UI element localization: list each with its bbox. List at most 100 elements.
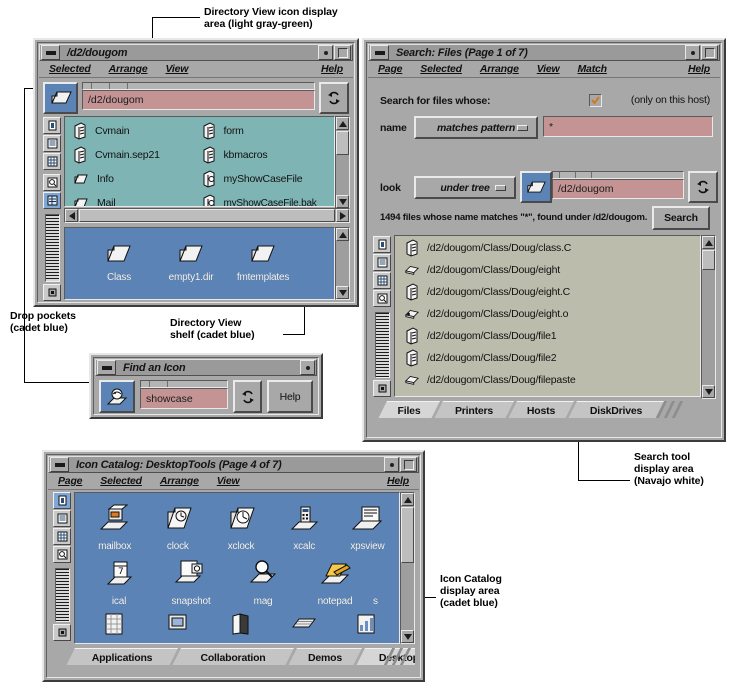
tab-demos[interactable]: Demos (288, 648, 362, 665)
dirview-hscrollbar[interactable] (64, 208, 350, 223)
tab-diskdrives[interactable]: DiskDrives (568, 401, 664, 418)
minimize-icon[interactable] (41, 45, 60, 60)
catalog-vscrollbar[interactable] (400, 492, 415, 644)
menu-arrange[interactable]: Arrange (478, 63, 521, 75)
shelf-item[interactable]: fmtemplates (227, 240, 299, 283)
catalog-page-tabs[interactable]: Applications Collaboration Demos Desktop… (52, 648, 415, 665)
scroll-thumb-h[interactable] (79, 209, 335, 222)
dirview-shelf-area[interactable]: Class empty1.dir fmtemplates (64, 227, 335, 300)
dirview-shelf[interactable]: Class empty1.dir fmtemplates (64, 227, 350, 300)
scroll-down-arrow[interactable] (336, 286, 349, 299)
scroll-up-arrow[interactable] (401, 493, 414, 506)
menu-dot-icon[interactable] (384, 457, 399, 472)
result-row[interactable]: /d2/dougom/Class/Doug/filepaste (395, 369, 700, 391)
catalog-icon[interactable]: s (371, 558, 397, 607)
look-scroll-track[interactable] (552, 171, 684, 179)
dirview-icon-pane[interactable]: Cvmain form Cvmain.sep21 kbmacros Info m… (64, 116, 350, 209)
dropsite-icon[interactable] (373, 236, 391, 253)
catalog-icon[interactable] (336, 613, 399, 640)
menu-view[interactable]: View (535, 63, 562, 75)
menu-help[interactable]: Help (385, 475, 411, 487)
menu-page[interactable]: Page (376, 63, 404, 75)
find-an-icon-window[interactable]: Find an Icon showcase Help (89, 353, 323, 419)
findicon-titlebar[interactable]: Find an Icon (95, 359, 317, 376)
search-page-tabs[interactable]: Files Printers Hosts DiskDrives (372, 401, 716, 418)
search-titlebar[interactable]: Search: Files (Page 1 of 7) (368, 44, 720, 61)
path-input[interactable]: /d2/dougom (82, 90, 315, 110)
file-entry[interactable]: Cvmain.sep21 (65, 143, 200, 167)
search-display-area[interactable]: /d2/dougom/Class/Doug/class.C /d2/dougom… (394, 235, 701, 397)
file-entry[interactable]: myShowCaseFile.bak (200, 191, 335, 206)
shelf-item[interactable]: Class (83, 240, 155, 283)
findicon-scroll-track[interactable] (140, 380, 228, 388)
catalog-titlebar[interactable]: Icon Catalog: DesktopTools (Page 4 of 7) (48, 456, 419, 473)
shelf-item[interactable]: empty1.dir (155, 240, 227, 283)
result-row[interactable]: /d2/dougom/Class/Doug/eight (395, 259, 700, 281)
catalog-ruler[interactable] (54, 568, 70, 622)
folder-open-icon[interactable] (520, 171, 552, 203)
host-checkbox[interactable] (589, 94, 602, 107)
result-row[interactable]: /d2/dougom/Class/Doug/file2 (395, 347, 700, 369)
catalog-icon[interactable]: notepad (299, 558, 371, 607)
grid-view-icon[interactable] (53, 528, 71, 545)
recycle-icon[interactable] (233, 380, 262, 413)
catalog-icon[interactable]: xpsview (336, 503, 399, 552)
menu-selected[interactable]: Selected (418, 63, 464, 75)
menu-dot-icon[interactable] (685, 45, 700, 60)
find-icon[interactable] (373, 290, 391, 307)
maximize-icon[interactable] (400, 457, 417, 472)
shelf-ruler[interactable] (44, 214, 60, 282)
menu-match[interactable]: Match (576, 63, 609, 75)
scroll-up-arrow[interactable] (336, 117, 349, 130)
dirview-menubar[interactable]: Selected Arrange View Help (39, 61, 353, 78)
icon-catalog-display-area[interactable]: mailbox clock xclock xcalc xpsview 7 ica… (74, 492, 400, 644)
catalog-icon[interactable]: mag (227, 558, 299, 607)
file-entry[interactable]: Cvmain (65, 119, 200, 143)
menu-help[interactable]: Help (686, 63, 712, 75)
menu-page[interactable]: Page (56, 475, 84, 487)
menu-dot-icon[interactable] (300, 360, 315, 375)
showcase-icon[interactable] (99, 380, 135, 413)
tab-collaboration[interactable]: Collaboration (172, 648, 294, 665)
catalog-icon[interactable]: clock (146, 503, 209, 552)
scroll-left-arrow[interactable] (65, 209, 78, 222)
dirview-vscrollbar[interactable] (335, 116, 350, 209)
menu-arrange[interactable]: Arrange (158, 475, 201, 487)
scroll-thumb[interactable] (702, 250, 715, 270)
dirview-titlebar[interactable]: /d2/dougom (39, 44, 353, 61)
scroll-up-arrow[interactable] (702, 236, 715, 249)
grid-view-icon[interactable] (43, 153, 61, 170)
name-pattern-input[interactable]: * (543, 116, 713, 137)
results-ruler[interactable] (374, 312, 390, 378)
path-scroll-track[interactable] (82, 82, 315, 90)
catalog-icon[interactable] (273, 613, 336, 640)
catalog-icon[interactable] (146, 613, 209, 640)
look-path-input[interactable]: /d2/dougom (552, 179, 684, 199)
menu-help[interactable]: Help (319, 63, 345, 75)
recycle-icon[interactable] (688, 171, 718, 203)
find-icon[interactable] (43, 174, 61, 191)
icon-catalog-window[interactable]: Icon Catalog: DesktopTools (Page 4 of 7)… (42, 450, 425, 682)
dirview-icon-display-area[interactable]: Cvmain form Cvmain.sep21 kbmacros Info m… (64, 116, 335, 207)
menu-selected[interactable]: Selected (47, 63, 93, 75)
catalog-icon[interactable]: xclock (209, 503, 272, 552)
catalog-drop-pockets[interactable] (52, 492, 72, 642)
scroll-down-arrow[interactable] (336, 195, 349, 208)
scroll-thumb[interactable] (401, 507, 414, 563)
catalog-icon[interactable] (209, 613, 272, 640)
maximize-icon[interactable] (334, 45, 351, 60)
minimize-icon[interactable] (97, 360, 116, 375)
result-row[interactable]: /d2/dougom/Class/Doug/file1 (395, 325, 700, 347)
detail-view-icon[interactable] (43, 192, 61, 209)
shelf-toggle-icon[interactable] (53, 624, 71, 641)
catalog-menubar[interactable]: Page Selected Arrange View Help (48, 473, 419, 490)
list-view-icon[interactable] (43, 135, 61, 152)
folder-open-icon[interactable] (43, 82, 78, 114)
menu-selected[interactable]: Selected (98, 475, 144, 487)
scroll-down-arrow[interactable] (401, 630, 414, 643)
result-row[interactable]: /d2/dougom/Class/Doug/class.C (395, 237, 700, 259)
file-entry[interactable]: myShowCaseFile (200, 167, 335, 191)
minimize-icon[interactable] (50, 457, 69, 472)
file-entry[interactable]: Info (65, 167, 200, 191)
dirview-drop-pockets[interactable] (42, 116, 62, 301)
